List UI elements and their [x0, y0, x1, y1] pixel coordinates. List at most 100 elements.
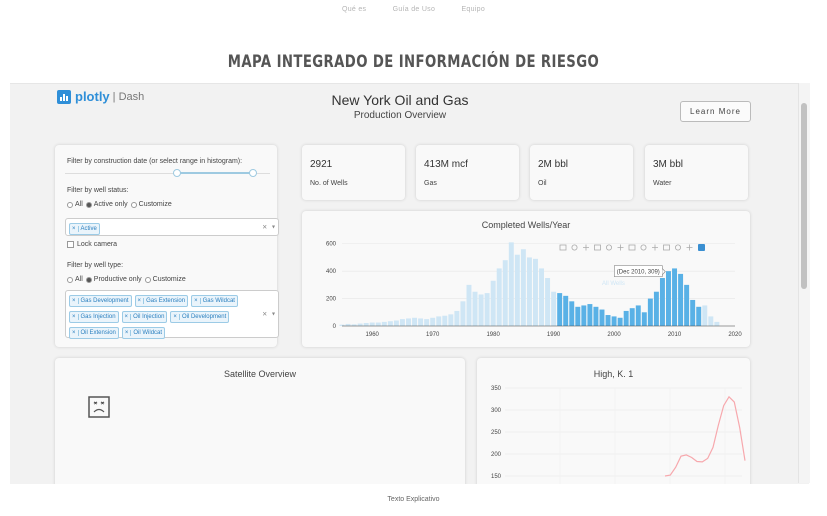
box-select-icon[interactable]: [594, 244, 601, 251]
tag-remove-icon[interactable]: ×: [123, 330, 132, 336]
histogram-bar: [653, 291, 659, 326]
type-radio-productive-only[interactable]: [85, 276, 92, 283]
histogram-bar: [375, 322, 381, 326]
count-graph[interactable]: 0 200 400 600 1960 1970 1980 1990 2000 2010 2020 Al…: [302, 211, 750, 347]
tag-label: Gas Development: [80, 298, 129, 304]
scrollbar[interactable]: [798, 83, 810, 483]
tag-gas-development[interactable]: × Gas Development: [69, 295, 132, 307]
zoom-in-icon[interactable]: [617, 244, 624, 251]
type-radio-all[interactable]: [67, 276, 73, 283]
tag-oil-injection[interactable]: × Oil Injection: [121, 311, 168, 323]
plotly-logo-icon[interactable]: [698, 244, 705, 251]
tag-remove-icon[interactable]: ×: [70, 298, 79, 304]
learn-more-button[interactable]: Learn More: [680, 101, 751, 122]
histogram-bar: [623, 310, 629, 326]
chevron-down-icon[interactable]: ▾: [272, 224, 275, 231]
histogram-bar: [635, 305, 641, 326]
histogram-bar: [520, 249, 526, 326]
tag-active[interactable]: × Active: [69, 223, 100, 235]
reset-axes-icon[interactable]: [652, 244, 658, 251]
y-tick-label: 150: [491, 474, 502, 480]
histogram-bar: [436, 316, 442, 326]
nav-item-equipo[interactable]: Equipo: [461, 6, 485, 13]
tag-oil-extension[interactable]: × Oil Extension: [69, 327, 119, 339]
histogram-bar: [617, 317, 623, 326]
type-filter-label: Filter by well type:: [67, 262, 124, 269]
tag-remove-icon[interactable]: ×: [123, 314, 132, 320]
tag-gas-extension[interactable]: × Gas Extension: [134, 295, 189, 307]
year-slider-handle-start[interactable]: [173, 169, 181, 177]
histogram-bar: [387, 321, 393, 326]
scrollbar-thumb[interactable]: [801, 103, 807, 289]
y-tick-label: 400: [326, 269, 337, 275]
clear-icon[interactable]: ×: [262, 223, 267, 232]
hover-label-text: (Dec 2010, 309): [617, 270, 660, 276]
type-radio-all-label: All: [75, 276, 83, 283]
histogram-bar: [678, 273, 684, 326]
tag-remove-icon[interactable]: ×: [136, 298, 145, 304]
status-radio-all[interactable]: [67, 201, 73, 208]
hover-closest-icon[interactable]: [674, 244, 681, 251]
lock-camera-label: Lock camera: [77, 241, 118, 248]
clear-icon[interactable]: ×: [262, 310, 267, 319]
histogram-bar: [484, 293, 490, 326]
spike-lines-icon[interactable]: [663, 244, 670, 251]
lock-camera-row: Lock camera: [67, 241, 117, 248]
lasso-icon[interactable]: [605, 244, 612, 251]
histogram-bar: [466, 284, 472, 326]
zoom-out-icon[interactable]: [628, 244, 636, 251]
histogram-bar: [406, 318, 411, 326]
autoscale-icon[interactable]: [640, 244, 647, 251]
chevron-down-icon[interactable]: ▾: [272, 311, 275, 318]
status-radio-group: All Active only Customize: [67, 201, 175, 208]
histogram-bar: [599, 309, 605, 326]
tag-remove-icon[interactable]: ×: [70, 314, 79, 320]
lock-camera-checkbox[interactable]: [67, 241, 74, 248]
camera-icon[interactable]: [559, 244, 567, 251]
tag-remove-icon[interactable]: ×: [70, 226, 79, 232]
tag-remove-icon[interactable]: ×: [70, 330, 79, 336]
tag-oil-development[interactable]: × Oil Development: [170, 311, 230, 323]
faint-series-label: All Wells: [602, 281, 625, 287]
app-title: New York Oil and Gas: [331, 92, 469, 108]
individual-graph[interactable]: 150 200 250 300 350: [477, 358, 750, 484]
nav-item-que-es[interactable]: Qué es: [342, 6, 366, 13]
histogram-bar: [587, 304, 593, 326]
x-tick-label: 2010: [668, 332, 682, 338]
histogram-bar: [369, 322, 375, 326]
nav-item-guia-de-uso[interactable]: Guía de Uso: [393, 6, 436, 13]
tag-label: Active: [80, 226, 97, 232]
tag-oil-wildcat[interactable]: × Oil Wildcat: [121, 327, 166, 339]
tag-remove-icon[interactable]: ×: [192, 298, 201, 304]
status-radio-customize[interactable]: [130, 201, 137, 208]
type-multiselect[interactable]: × Gas Development × Gas Extension × Gas Wildc…: [65, 290, 279, 339]
histogram-bar: [605, 315, 611, 326]
type-radio-customize[interactable]: [144, 276, 151, 283]
year-slider-range[interactable]: [176, 172, 253, 174]
count-graph-card: Completed Wells/Year 0 200 400 600 1960 1970 1…: [302, 211, 750, 347]
histogram-bar: [708, 316, 714, 326]
tag-gas-wildcat[interactable]: × Gas Wildcat: [191, 295, 238, 307]
tag-gas-injection[interactable]: × Gas Injection: [69, 311, 119, 323]
y-tick-label: 250: [491, 430, 502, 436]
status-radio-active-only[interactable]: [85, 201, 92, 208]
y-tick-label: 300: [491, 408, 502, 414]
pan-icon[interactable]: [583, 244, 589, 251]
histogram-bar: [514, 254, 520, 326]
x-tick-label: 1970: [426, 332, 440, 338]
histogram-bar: [472, 291, 478, 326]
histogram-bar: [393, 320, 399, 326]
stat-card-gas: 413M mcf Gas: [416, 145, 519, 200]
stat-value: 413M mcf: [424, 159, 468, 170]
hover-compare-icon[interactable]: [686, 244, 693, 251]
histogram-bar: [611, 316, 617, 326]
status-multiselect[interactable]: × Active × ▾: [65, 218, 279, 236]
tag-remove-icon[interactable]: ×: [171, 314, 180, 320]
histogram-bar: [593, 306, 599, 326]
zoom-icon[interactable]: [571, 244, 578, 251]
tag-label: Gas Wildcat: [202, 298, 235, 304]
individual-graph-card: High, K. 1 150 200 250 300 350: [477, 358, 750, 484]
stat-caption: Gas: [424, 180, 437, 187]
stat-card-oil: 2M bbl Oil: [530, 145, 633, 200]
year-slider-handle-end[interactable]: [249, 169, 257, 177]
